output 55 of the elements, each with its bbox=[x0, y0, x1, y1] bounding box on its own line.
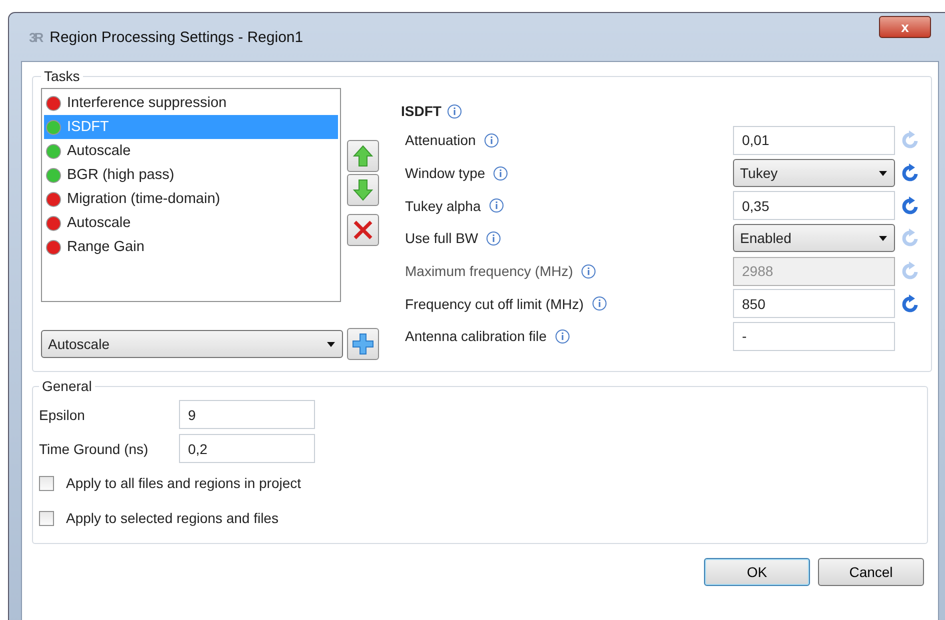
setting-label: Tukey alpha bbox=[405, 198, 481, 214]
setting-label: Attenuation bbox=[405, 132, 476, 148]
info-icon[interactable] bbox=[592, 296, 607, 312]
setting-dropdown[interactable]: Enabled bbox=[733, 224, 895, 252]
task-item[interactable]: Autoscale bbox=[44, 211, 338, 235]
setting-label: Maximum frequency (MHz) bbox=[405, 263, 574, 280]
task-item[interactable]: Range Gain bbox=[44, 235, 338, 259]
info-icon[interactable] bbox=[554, 328, 570, 344]
task-item[interactable]: Autoscale bbox=[44, 139, 338, 163]
plus-icon bbox=[351, 332, 375, 356]
info-icon[interactable] bbox=[493, 166, 508, 181]
delete-button[interactable] bbox=[347, 214, 379, 246]
field-label: Epsilon bbox=[39, 406, 86, 422]
checkbox[interactable] bbox=[39, 476, 54, 490]
move-down-button[interactable] bbox=[347, 174, 379, 206]
input-field[interactable]: 0,2 bbox=[179, 434, 315, 463]
checkbox[interactable] bbox=[39, 510, 54, 526]
section-title: ISDFT bbox=[401, 103, 442, 119]
info-icon[interactable] bbox=[484, 132, 499, 148]
setting-dropdown[interactable]: Tukey bbox=[733, 159, 895, 188]
dropdown-arrow-icon bbox=[879, 170, 887, 176]
checkbox-label: Apply to all files and regions in project bbox=[66, 475, 302, 491]
task-item[interactable]: Interference suppression bbox=[44, 91, 338, 115]
checkbox-label: Apply to selected regions and files bbox=[66, 510, 278, 526]
group-title: Tasks bbox=[43, 68, 81, 84]
setting-field[interactable]: 850 bbox=[733, 289, 895, 318]
window-title: Region Processing Settings - Region1 bbox=[50, 28, 304, 46]
cancel-button[interactable]: Cancel bbox=[818, 558, 924, 586]
close-button[interactable]: x bbox=[879, 16, 931, 38]
info-icon[interactable] bbox=[447, 104, 462, 118]
info-icon[interactable] bbox=[486, 230, 502, 246]
add-button[interactable] bbox=[347, 328, 379, 360]
down-arrow-icon bbox=[352, 178, 374, 202]
input-field[interactable]: 9 bbox=[179, 400, 315, 429]
field-label: Time Ground (ns) bbox=[39, 440, 150, 456]
task-item[interactable]: BGR (high pass) bbox=[44, 163, 338, 187]
up-arrow-icon bbox=[352, 144, 374, 168]
move-up-button[interactable] bbox=[347, 140, 379, 172]
setting-field[interactable]: - bbox=[733, 322, 895, 351]
setting-label: Use full BW bbox=[405, 230, 478, 246]
setting-label: Frequency cut off limit (MHz) bbox=[405, 296, 584, 312]
task-item[interactable]: Migration (time-domain) bbox=[44, 187, 338, 211]
dropdown-arrow-icon bbox=[879, 236, 887, 241]
info-icon[interactable] bbox=[488, 198, 504, 214]
ok-button[interactable]: OK bbox=[704, 558, 810, 586]
group-title: General bbox=[41, 378, 93, 394]
setting-label: Window type bbox=[405, 165, 486, 182]
setting-label: Antenna calibration file bbox=[405, 328, 547, 344]
task-dropdown[interactable]: Autoscale bbox=[41, 330, 343, 358]
app-logo: 3R bbox=[29, 30, 42, 44]
dropdown-arrow-icon bbox=[327, 342, 335, 346]
setting-field[interactable]: 0,01 bbox=[733, 126, 895, 155]
setting-field[interactable]: 0,35 bbox=[733, 191, 895, 220]
close-icon bbox=[352, 219, 374, 241]
info-icon[interactable] bbox=[581, 264, 596, 279]
